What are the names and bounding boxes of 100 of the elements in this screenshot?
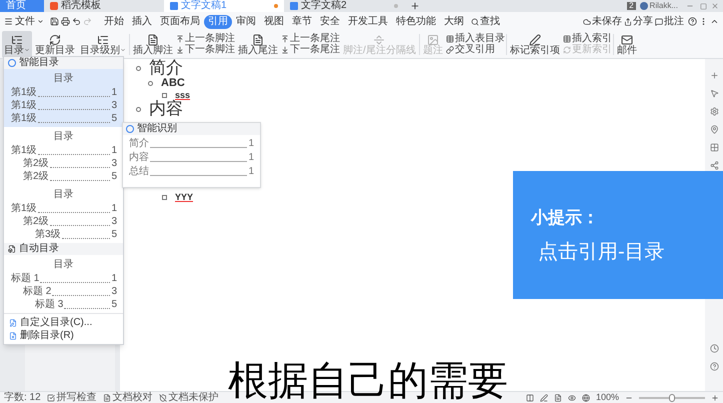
columns-icon[interactable] — [526, 394, 534, 402]
collapse-icon[interactable] — [710, 17, 719, 26]
new-tab-icon[interactable] — [410, 1, 420, 11]
ribbon-icon — [446, 35, 454, 43]
status-item[interactable]: 拼写检查 — [46, 392, 97, 402]
ribbon-tab[interactable]: 安全 — [316, 14, 344, 28]
user-name[interactable]: Rilakk... — [650, 2, 678, 10]
document-icon — [290, 2, 298, 10]
document-icon — [8, 245, 16, 253]
toolbar-button[interactable]: 未保存 — [583, 16, 622, 26]
ribbon-button[interactable]: 目录级别 — [78, 31, 128, 58]
outline-heading: ABC — [161, 77, 185, 90]
toc-title: 目录 — [52, 188, 74, 201]
ribbon-small-button[interactable]: 插入索引 — [562, 34, 612, 44]
toc-preview[interactable]: 目录 第1级 1 第1级 3 第1级 5 — [4, 69, 123, 127]
status-item[interactable]: 文档校对 — [102, 392, 153, 402]
page-icon[interactable] — [554, 394, 562, 402]
ribbon-small-button[interactable]: 交叉引用 — [446, 45, 505, 55]
ribbon-icon — [11, 34, 23, 46]
ribbon-icon — [97, 34, 109, 46]
outline-heading: 简介 — [149, 60, 183, 77]
menu-icon[interactable] — [4, 17, 13, 26]
ribbon-tab[interactable]: 插入 — [128, 14, 156, 28]
zoom-slider-thumb[interactable] — [669, 394, 675, 402]
ribbon-tab[interactable]: 视图 — [260, 14, 288, 28]
outline-bullet — [162, 194, 167, 200]
toc-title: 目录 — [52, 130, 74, 143]
toc-preview[interactable]: 目录 第1级 1 第2级 3 第3级 5 — [4, 185, 123, 243]
ribbon-icon — [252, 34, 264, 46]
popup-title: 智能识别 — [137, 124, 177, 134]
save-icon[interactable] — [50, 17, 59, 26]
toc-entry: 标题 3 5 — [34, 298, 118, 310]
toc-preview[interactable]: 目录 标题 1 1 标题 2 3 标题 3 5 — [4, 255, 123, 313]
delete-icon — [9, 332, 17, 340]
zoom-in-icon[interactable] — [711, 394, 719, 402]
ribbon-small-button[interactable]: 上一条脚注 — [176, 34, 235, 44]
globe-icon[interactable] — [582, 394, 590, 402]
maximize-icon[interactable] — [700, 2, 707, 10]
ribbon-button[interactable]: 插入尾注 — [236, 31, 280, 58]
count-badge: 2 — [627, 2, 636, 10]
cloud-icon — [583, 18, 591, 26]
ribbon-tab[interactable]: 页面布局 — [156, 14, 204, 28]
ribbon-tab[interactable]: 开发工具 — [344, 14, 392, 28]
eye-icon[interactable] — [568, 394, 576, 402]
ribbon-button[interactable]: 插入脚注 — [131, 31, 175, 58]
edit-icon — [9, 318, 17, 326]
search-button[interactable]: 查找 — [468, 16, 503, 26]
ribbon-button[interactable]: 标记索引项 — [508, 31, 562, 58]
pen-icon[interactable] — [540, 394, 548, 402]
document-tab[interactable]: 首页 — [0, 0, 44, 12]
toolbar-button[interactable]: 批注 — [655, 16, 684, 26]
ribbon-button[interactable]: 更新目录 — [33, 31, 77, 58]
settings-icon[interactable] — [710, 107, 718, 116]
pin-icon[interactable] — [710, 125, 718, 134]
status-icon — [102, 394, 111, 402]
ribbon-small-button[interactable]: 下一条尾注 — [281, 45, 340, 55]
tip-text: 点击引用-目录 — [538, 242, 666, 262]
outline-bullet — [162, 93, 167, 98]
comment-icon — [655, 18, 663, 26]
help-icon[interactable] — [688, 17, 697, 26]
ribbon-tab[interactable]: 开始 — [100, 14, 128, 28]
tip-title: 小提示： — [531, 208, 600, 226]
ribbon-tab[interactable]: 特色功能 — [392, 14, 440, 28]
document-icon — [170, 2, 178, 10]
toc-entry: 第3级 5 — [34, 228, 118, 240]
menu-item[interactable]: 自定义目录(C)... — [4, 316, 123, 329]
share-icon[interactable] — [710, 161, 718, 170]
ribbon-button[interactable]: 邮件 — [614, 31, 639, 58]
ribbon-icon — [373, 34, 386, 46]
ribbon-button[interactable]: 目录 — [2, 31, 32, 58]
outline-heading: sss — [175, 90, 190, 100]
ribbon-icon — [620, 34, 633, 46]
ribbon-icon — [562, 46, 571, 54]
status-icon — [158, 394, 167, 402]
pointer-icon[interactable] — [710, 89, 718, 98]
close-icon[interactable] — [711, 2, 719, 10]
ribbon-small-button[interactable]: 上一条尾注 — [281, 34, 340, 44]
menu-item[interactable]: 删除目录(R) — [4, 329, 123, 342]
toc-title: 目录 — [52, 72, 74, 85]
ribbon-tab[interactable]: 章节 — [288, 14, 316, 28]
toc-entry: 内容 1 — [128, 150, 255, 163]
toolbar-button[interactable]: 分享 — [624, 16, 653, 26]
smart-icon — [8, 59, 16, 67]
status-item[interactable]: 文档未保护 — [158, 392, 219, 402]
undo-icon[interactable] — [72, 17, 81, 26]
ribbon-small-button[interactable]: 插入表目录 — [446, 34, 505, 44]
toc-title: 目录 — [52, 258, 74, 271]
caret-icon[interactable] — [37, 18, 44, 25]
avatar-icon — [640, 2, 648, 10]
grid-icon[interactable] — [710, 143, 718, 152]
history-icon[interactable] — [710, 344, 718, 353]
add-icon[interactable] — [710, 71, 718, 80]
file-menu[interactable]: 文件 — [15, 16, 35, 26]
ribbon-small-button[interactable]: 下一条脚注 — [176, 45, 235, 55]
ribbon-tab[interactable]: 大纲 — [440, 14, 468, 28]
status-item: 字数: 12 — [4, 392, 41, 402]
toc-entry: 第2级 3 — [22, 157, 118, 169]
ribbon-tab[interactable]: 引用 — [204, 14, 232, 28]
ribbon-tab[interactable]: 审阅 — [232, 14, 260, 28]
print-icon[interactable] — [61, 17, 70, 26]
